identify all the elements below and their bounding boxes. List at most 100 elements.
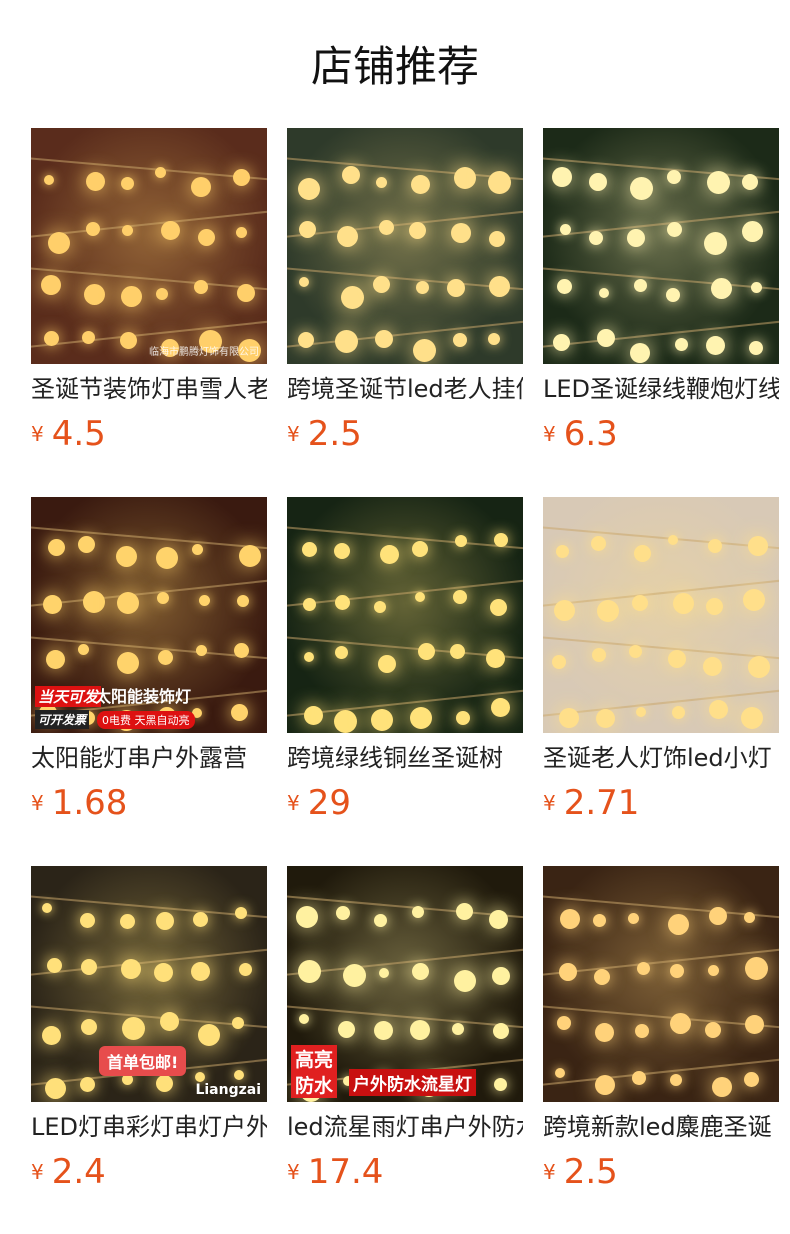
light-bulb xyxy=(197,229,215,246)
light-bulb xyxy=(120,331,138,349)
light-bulb xyxy=(551,166,572,187)
light-bulb xyxy=(47,957,63,973)
product-name[interactable]: LED圣诞绿线鞭炮灯线 xyxy=(543,372,779,406)
light-bulb xyxy=(633,545,651,563)
product-name[interactable]: 圣诞节装饰灯串雪人老人 xyxy=(31,372,267,406)
light-bulb xyxy=(121,286,143,308)
light-bulb xyxy=(558,962,577,981)
light-bulb xyxy=(44,174,55,185)
light-string xyxy=(31,1004,267,1030)
product-card[interactable]: LED圣诞绿线鞭炮灯线 ¥6.3 xyxy=(543,128,779,458)
product-price: ¥2.4 xyxy=(31,1152,106,1192)
light-bulb xyxy=(409,221,427,239)
light-bulb xyxy=(744,957,768,981)
light-bulb xyxy=(592,913,606,927)
light-bulb xyxy=(455,534,468,547)
light-bulb xyxy=(589,173,608,192)
light-bulb xyxy=(116,651,139,674)
product-card[interactable]: 圣诞老人灯饰led小灯 ¥2.71 xyxy=(543,497,779,827)
product-name[interactable]: 跨境新款led麋鹿圣诞 xyxy=(543,1110,779,1144)
product-name[interactable]: 跨境绿线铜丝圣诞树 xyxy=(287,741,523,775)
light-bulb xyxy=(334,595,350,611)
product-card[interactable]: 跨境圣诞节led老人挂件 ¥2.5 xyxy=(287,128,523,458)
product-price: ¥6.3 xyxy=(543,414,618,454)
light-bulb xyxy=(199,595,211,607)
light-bulb xyxy=(744,1071,760,1087)
light-bulb xyxy=(411,175,431,195)
light-bulb xyxy=(379,545,399,565)
light-bulb xyxy=(342,165,361,184)
product-name[interactable]: LED灯串彩灯串灯户外 xyxy=(31,1110,267,1144)
light-bulb xyxy=(629,644,643,658)
light-bulb xyxy=(705,598,723,616)
image-caption: 高亮 xyxy=(291,1045,338,1072)
product-image[interactable] xyxy=(287,128,523,364)
light-bulb xyxy=(672,706,686,720)
product-image[interactable]: 首单包邮! Liangzai xyxy=(31,866,267,1102)
light-bulb xyxy=(153,962,173,982)
light-bulb xyxy=(298,277,309,288)
light-bulb xyxy=(337,226,359,248)
product-image[interactable] xyxy=(543,866,779,1102)
currency-symbol: ¥ xyxy=(287,791,300,815)
light-bulb xyxy=(374,330,393,349)
product-image[interactable] xyxy=(543,497,779,733)
product-card[interactable]: 跨境新款led麋鹿圣诞 ¥2.5 xyxy=(543,866,779,1196)
light-bulb xyxy=(710,277,732,299)
light-bulb xyxy=(486,649,506,669)
light-bulb xyxy=(198,1024,221,1047)
light-bulb xyxy=(234,907,247,920)
light-bulb xyxy=(237,594,250,607)
product-image[interactable]: 当天可发 太阳能装饰灯 可开发票 0电费 天黑自动亮 xyxy=(31,497,267,733)
light-bulb xyxy=(554,1067,565,1078)
light-bulb xyxy=(375,177,387,189)
light-bulb xyxy=(454,166,477,189)
light-bulb xyxy=(708,538,722,553)
light-bulb xyxy=(231,1016,244,1029)
price-value: 2.4 xyxy=(51,1152,106,1192)
light-bulb xyxy=(192,544,204,556)
light-bulb xyxy=(161,221,181,241)
product-image[interactable] xyxy=(543,128,779,364)
product-card[interactable]: 首单包邮! Liangzai LED灯串彩灯串灯户外 ¥2.4 xyxy=(31,866,267,1196)
light-bulb xyxy=(707,964,719,976)
light-bulb xyxy=(416,280,430,294)
light-string xyxy=(543,266,779,292)
light-bulb xyxy=(489,909,509,929)
light-bulb xyxy=(712,1077,733,1098)
light-bulb xyxy=(635,706,646,717)
currency-symbol: ¥ xyxy=(287,422,300,446)
product-card[interactable]: 临海市鹏腾灯饰有限公司圣诞节装饰灯串雪人老人 ¥4.5 xyxy=(31,128,267,458)
light-bulb xyxy=(122,1017,146,1041)
light-bulb xyxy=(79,912,95,928)
product-card[interactable]: 跨境绿线铜丝圣诞树 ¥29 xyxy=(287,497,523,827)
light-bulb xyxy=(304,652,315,663)
product-name[interactable]: 太阳能灯串户外露营 xyxy=(31,741,267,775)
light-bulb xyxy=(80,959,97,976)
product-name[interactable]: 跨境圣诞节led老人挂件 xyxy=(287,372,523,406)
product-card[interactable]: 高亮 防水 户外防水流星灯 led流星雨灯串户外防水 ¥17.4 xyxy=(287,866,523,1196)
light-bulb xyxy=(371,708,393,731)
currency-symbol: ¥ xyxy=(543,422,556,446)
light-bulb xyxy=(411,540,428,557)
light-bulb xyxy=(379,219,395,235)
light-bulb xyxy=(667,222,683,238)
light-bulb xyxy=(596,709,615,729)
product-name[interactable]: 圣诞老人灯饰led小灯 xyxy=(543,741,779,775)
product-image[interactable] xyxy=(287,497,523,733)
image-caption: 可开发票 xyxy=(35,710,90,729)
product-image[interactable]: 临海市鹏腾灯饰有限公司 xyxy=(31,128,267,364)
product-card[interactable]: 当天可发 太阳能装饰灯 可开发票 0电费 天黑自动亮 太阳能灯串户外露营 ¥1.68 xyxy=(31,497,267,827)
light-string xyxy=(31,266,267,292)
light-bulb xyxy=(298,332,315,349)
light-bulb xyxy=(559,908,580,929)
product-image[interactable]: 高亮 防水 户外防水流星灯 xyxy=(287,866,523,1102)
light-string xyxy=(287,947,523,977)
light-bulb xyxy=(119,913,135,929)
product-name[interactable]: led流星雨灯串户外防水 xyxy=(287,1110,523,1144)
light-bulb xyxy=(334,330,358,354)
light-bulb xyxy=(491,966,510,985)
light-bulb xyxy=(373,1020,393,1040)
light-bulb xyxy=(709,699,729,719)
light-bulb xyxy=(156,911,175,930)
